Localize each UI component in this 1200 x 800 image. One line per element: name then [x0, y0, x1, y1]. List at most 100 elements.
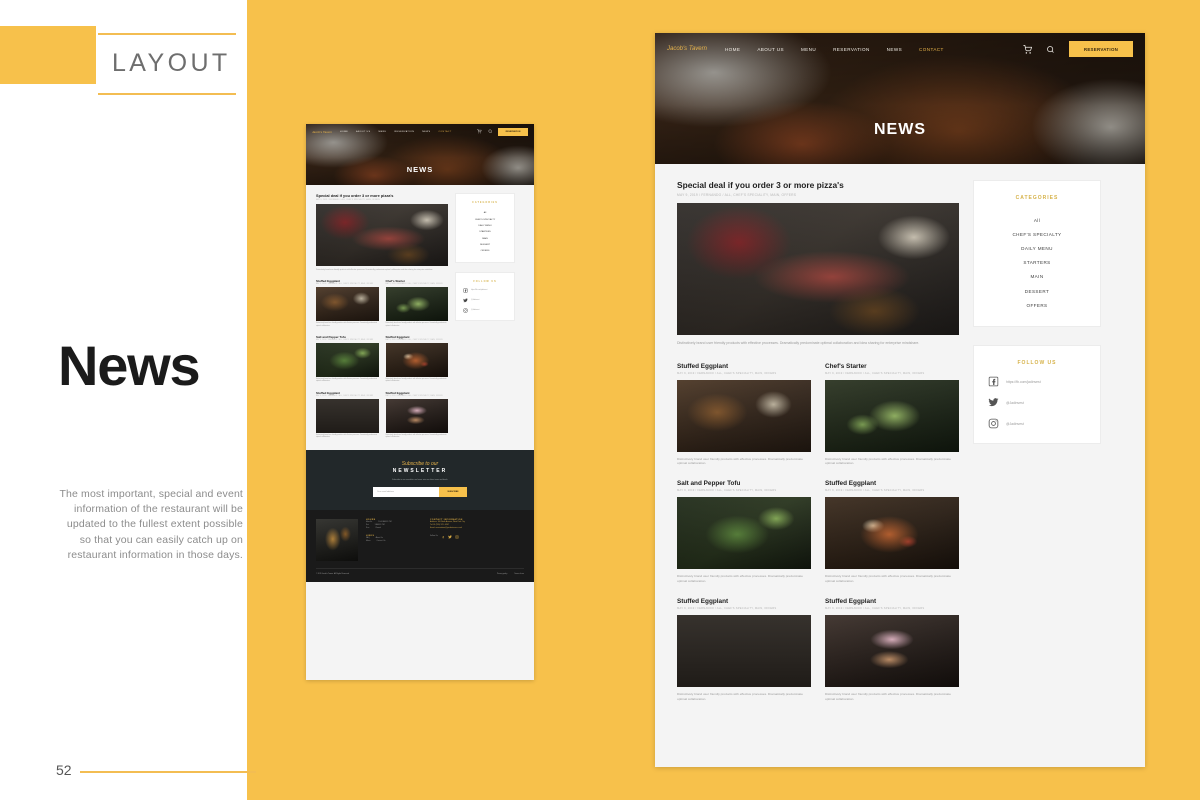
- social-row-instagram[interactable]: @Jadinvest: [982, 418, 1092, 429]
- category-item-starters[interactable]: STARTERS: [982, 256, 1092, 270]
- card-image[interactable]: [677, 497, 811, 570]
- article-card[interactable]: Stuffed Eggplant MAY 9, 2019 / FERNANDO …: [385, 335, 449, 384]
- feature-image[interactable]: [677, 203, 959, 335]
- article-card[interactable]: Salt and Pepper Tofu MAY 9, 2019 / FERNA…: [316, 335, 379, 384]
- newsletter-subscribe-button[interactable]: SUBSCRIBE: [439, 486, 467, 497]
- twitter-handle[interactable]: @Jadinvest: [1006, 401, 1024, 405]
- facebook-handle[interactable]: https://fb.com/jadinvest: [471, 290, 487, 291]
- cart-icon[interactable]: [477, 129, 482, 134]
- newsletter-email-input[interactable]: Your email address: [373, 486, 439, 497]
- nav-item-contact[interactable]: CONTACT: [438, 131, 451, 133]
- nav-item-news[interactable]: NEWS: [887, 47, 902, 52]
- site-navbar-small[interactable]: Jacob's Tavern HOME ABOUT US MENU RESERV…: [306, 124, 534, 139]
- article-card[interactable]: Chef's Starter MAY 9, 2019 / FERNANDO / …: [385, 279, 449, 328]
- nav-item-news[interactable]: NEWS: [422, 131, 430, 133]
- category-item-dessert[interactable]: DESSERT: [982, 284, 1092, 298]
- social-row-facebook[interactable]: https://fb.com/jadinvest: [982, 376, 1092, 387]
- footer-privacy-link[interactable]: Privacy policy: [497, 573, 507, 575]
- card-image[interactable]: [825, 497, 959, 570]
- reservation-button[interactable]: RESERVATION: [498, 127, 528, 136]
- article-card[interactable]: Salt and Pepper Tofu MAY 9, 2019 / FERNA…: [677, 480, 811, 584]
- nav-actions-large[interactable]: RESERVATION: [1023, 41, 1133, 57]
- card-image[interactable]: [385, 343, 448, 378]
- instagram-handle[interactable]: @Jadinvest: [1006, 422, 1024, 426]
- footer-contact-email[interactable]: Email: reservations@jacobstavern.co.uk: [430, 527, 516, 530]
- category-item-all[interactable]: All: [982, 213, 1092, 227]
- card-image[interactable]: [677, 379, 811, 452]
- social-row-twitter[interactable]: @Jadinvest: [460, 298, 510, 303]
- social-row-twitter[interactable]: @Jadinvest: [982, 397, 1092, 408]
- card-title[interactable]: Stuffed Eggplant: [386, 391, 449, 395]
- site-navbar-large[interactable]: Jacob's Tavern HOME ABOUT US MENU RESERV…: [655, 33, 1145, 65]
- card-title[interactable]: Salt and Pepper Tofu: [316, 335, 379, 339]
- cart-icon[interactable]: [1023, 44, 1032, 54]
- category-item-chefs-specialty[interactable]: CHEF'S SPECIALTY: [982, 227, 1092, 241]
- brand-logo[interactable]: Jacob's Tavern: [312, 130, 332, 134]
- newsletter-form[interactable]: Your email address SUBSCRIBE: [306, 486, 534, 497]
- twitter-handle[interactable]: @Jadinvest: [471, 300, 479, 301]
- categories-list[interactable]: All CHEF'S SPECIALTY DAILY MENU STARTERS…: [982, 213, 1092, 312]
- search-icon[interactable]: [1046, 45, 1055, 54]
- category-item-main[interactable]: MAIN: [982, 270, 1092, 284]
- nav-item-menu[interactable]: MENU: [801, 47, 816, 52]
- nav-item-about-us[interactable]: ABOUT US: [356, 131, 370, 133]
- feature-article-small[interactable]: Special deal if you order 3 or more pizz…: [316, 193, 448, 271]
- card-image[interactable]: [677, 614, 811, 687]
- card-image[interactable]: [316, 398, 379, 433]
- category-item-offers[interactable]: OFFERS: [460, 248, 510, 254]
- search-icon[interactable]: [488, 129, 493, 134]
- card-image[interactable]: [316, 287, 379, 322]
- card-title[interactable]: Stuffed Eggplant: [825, 480, 959, 487]
- social-row-facebook[interactable]: https://fb.com/jadinvest: [460, 288, 510, 293]
- article-card[interactable]: Stuffed Eggplant MAY 9, 2019 / FERNANDO …: [677, 363, 811, 467]
- footer-terms-link[interactable]: Terms of use: [514, 573, 524, 575]
- nav-item-about-us[interactable]: ABOUT US: [757, 47, 784, 52]
- article-card[interactable]: Stuffed Eggplant MAY 9, 2019 / FERNANDO …: [316, 279, 379, 328]
- nav-links-large[interactable]: HOME ABOUT US MENU RESERVATION NEWS CONT…: [725, 47, 944, 52]
- card-image[interactable]: [316, 343, 379, 378]
- nav-links-small[interactable]: HOME ABOUT US MENU RESERVATION NEWS CONT…: [340, 131, 452, 133]
- article-card[interactable]: Stuffed Eggplant MAY 9, 2019 / FERNANDO …: [825, 598, 959, 702]
- nav-item-menu[interactable]: MENU: [379, 131, 387, 133]
- article-card[interactable]: Stuffed Eggplant MAY 9, 2019 / FERNANDO …: [825, 480, 959, 584]
- article-card[interactable]: Stuffed Eggplant MAY 9, 2019 / FERNANDO …: [385, 391, 449, 440]
- card-title[interactable]: Salt and Pepper Tofu: [677, 480, 811, 487]
- social-row-instagram[interactable]: @Jadinvest: [460, 308, 510, 313]
- categories-list[interactable]: All CHEF'S SPECIALTY DAILY MENU STARTERS…: [460, 210, 510, 255]
- card-title[interactable]: Chef's Starter: [386, 279, 449, 283]
- category-item-offers[interactable]: OFFERS: [982, 298, 1092, 312]
- card-title[interactable]: Stuffed Eggplant: [677, 363, 811, 370]
- article-card[interactable]: Chef's Starter MAY 9, 2019 / FERNANDO / …: [825, 363, 959, 467]
- footer-link[interactable]: Contact Us: [377, 540, 386, 543]
- card-title[interactable]: Chef's Starter: [825, 363, 959, 370]
- card-title[interactable]: Stuffed Eggplant: [677, 598, 811, 605]
- mockup-preview-large[interactable]: Jacob's Tavern HOME ABOUT US MENU RESERV…: [655, 33, 1145, 767]
- feature-title[interactable]: Special deal if you order 3 or more pizz…: [316, 193, 448, 198]
- nav-item-contact[interactable]: CONTACT: [919, 47, 944, 52]
- mockup-preview-small[interactable]: Jacob's Tavern HOME ABOUT US MENU RESERV…: [306, 124, 534, 680]
- card-title[interactable]: Stuffed Eggplant: [386, 335, 449, 339]
- nav-actions-small[interactable]: RESERVATION: [477, 127, 528, 136]
- facebook-handle[interactable]: https://fb.com/jadinvest: [1006, 380, 1041, 384]
- article-card[interactable]: Stuffed Eggplant MAY 9, 2019 / FERNANDO …: [677, 598, 811, 702]
- card-image[interactable]: [825, 379, 959, 452]
- nav-item-reservation[interactable]: RESERVATION: [833, 47, 870, 52]
- card-title[interactable]: Stuffed Eggplant: [825, 598, 959, 605]
- nav-item-home[interactable]: HOME: [725, 47, 740, 52]
- instagram-handle[interactable]: @Jadinvest: [471, 310, 479, 311]
- article-card[interactable]: Stuffed Eggplant MAY 9, 2019 / FERNANDO …: [316, 391, 379, 440]
- card-title[interactable]: Stuffed Eggplant: [316, 279, 379, 283]
- category-item-daily-menu[interactable]: DAILY MENU: [982, 241, 1092, 255]
- feature-image[interactable]: [316, 203, 448, 266]
- card-title[interactable]: Stuffed Eggplant: [316, 391, 379, 395]
- reservation-button[interactable]: RESERVATION: [1069, 41, 1133, 57]
- card-image[interactable]: [385, 398, 448, 433]
- footer-link[interactable]: Menu: [366, 540, 371, 543]
- card-image[interactable]: [825, 614, 959, 687]
- nav-item-home[interactable]: HOME: [340, 131, 348, 133]
- footer-social-row[interactable]: Follow Us: [430, 534, 516, 539]
- feature-article-large[interactable]: Special deal if you order 3 or more pizz…: [677, 180, 959, 347]
- brand-logo[interactable]: Jacob's Tavern: [667, 46, 707, 52]
- nav-item-reservation[interactable]: RESERVATION: [395, 131, 415, 133]
- card-image[interactable]: [385, 287, 448, 322]
